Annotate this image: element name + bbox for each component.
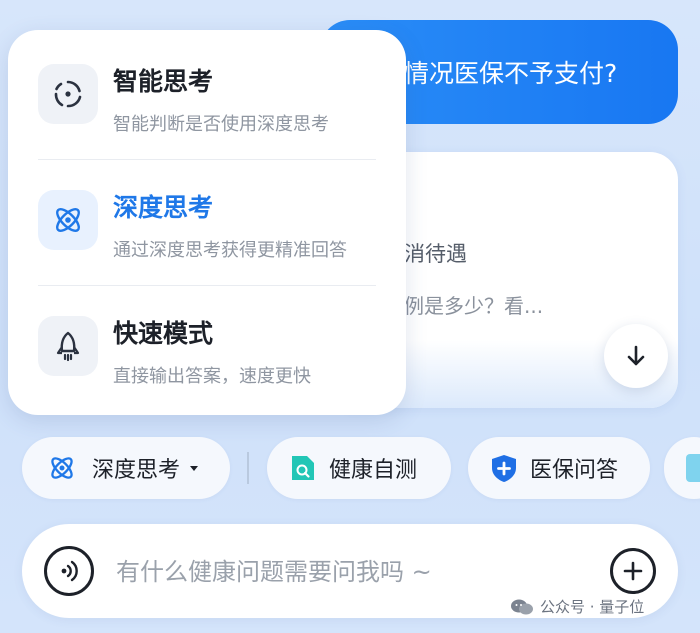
rocket-icon — [38, 316, 98, 376]
menu-item-title: 快速模式 — [113, 319, 214, 348]
thinking-mode-menu: 智能思考 智能判断是否使用深度思考 深度思考 通过深度思考获得更精准回答 快速模… — [8, 30, 406, 415]
health-check-chip[interactable]: 健康自测 — [267, 437, 451, 499]
arrow-down-icon — [627, 345, 645, 366]
menu-item-desc: 直接输出答案，速度更快 — [113, 366, 311, 387]
menu-item-fast-mode[interactable]: 快速模式 直接输出答案，速度更快 — [8, 282, 406, 408]
more-chip[interactable] — [664, 437, 700, 499]
atom-icon — [51, 457, 73, 479]
atom-icon — [38, 190, 98, 250]
menu-item-title: 深度思考 — [113, 193, 214, 222]
auto-think-icon — [38, 64, 98, 124]
mode-selector-label: 深度思考 — [92, 458, 181, 483]
menu-item-desc: 通过深度思考获得更精准回答 — [113, 240, 347, 261]
scroll-to-bottom-button[interactable] — [604, 324, 668, 388]
insurance-qa-chip[interactable]: 医保问答 — [468, 437, 650, 499]
voice-wave-icon — [61, 560, 78, 582]
health-check-icon — [292, 456, 314, 480]
menu-item-deep-think[interactable]: 深度思考 通过深度思考获得更精准回答 — [8, 156, 406, 282]
insurance-qa-label: 医保问答 — [530, 458, 619, 483]
watermark: 公众号 · 量子位 — [510, 596, 644, 617]
answer-text-line: 例是多少？看... — [404, 294, 544, 318]
menu-item-smart-think[interactable]: 智能思考 智能判断是否使用深度思考 — [8, 30, 406, 156]
menu-item-title: 智能思考 — [113, 67, 214, 96]
watermark-text: 公众号 · 量子位 — [540, 598, 645, 616]
mode-selector-chip[interactable]: 深度思考 — [22, 437, 230, 499]
wechat-icon — [511, 599, 533, 614]
menu-item-desc: 智能判断是否使用深度思考 — [113, 114, 329, 135]
plus-icon — [623, 561, 643, 581]
caret-down-icon — [190, 466, 199, 471]
chip-icon — [686, 454, 700, 482]
chip-separator — [247, 452, 249, 484]
add-attachment-button[interactable] — [610, 548, 656, 594]
user-message-text: 情况医保不予支付? — [404, 59, 618, 88]
voice-input-button[interactable] — [44, 546, 94, 596]
health-check-label: 健康自测 — [329, 458, 418, 483]
chat-input-placeholder[interactable]: 有什么健康问题需要问我吗 ~ — [116, 552, 432, 587]
answer-text-line: 消待遇 — [404, 242, 467, 266]
medical-shield-icon — [492, 455, 516, 482]
